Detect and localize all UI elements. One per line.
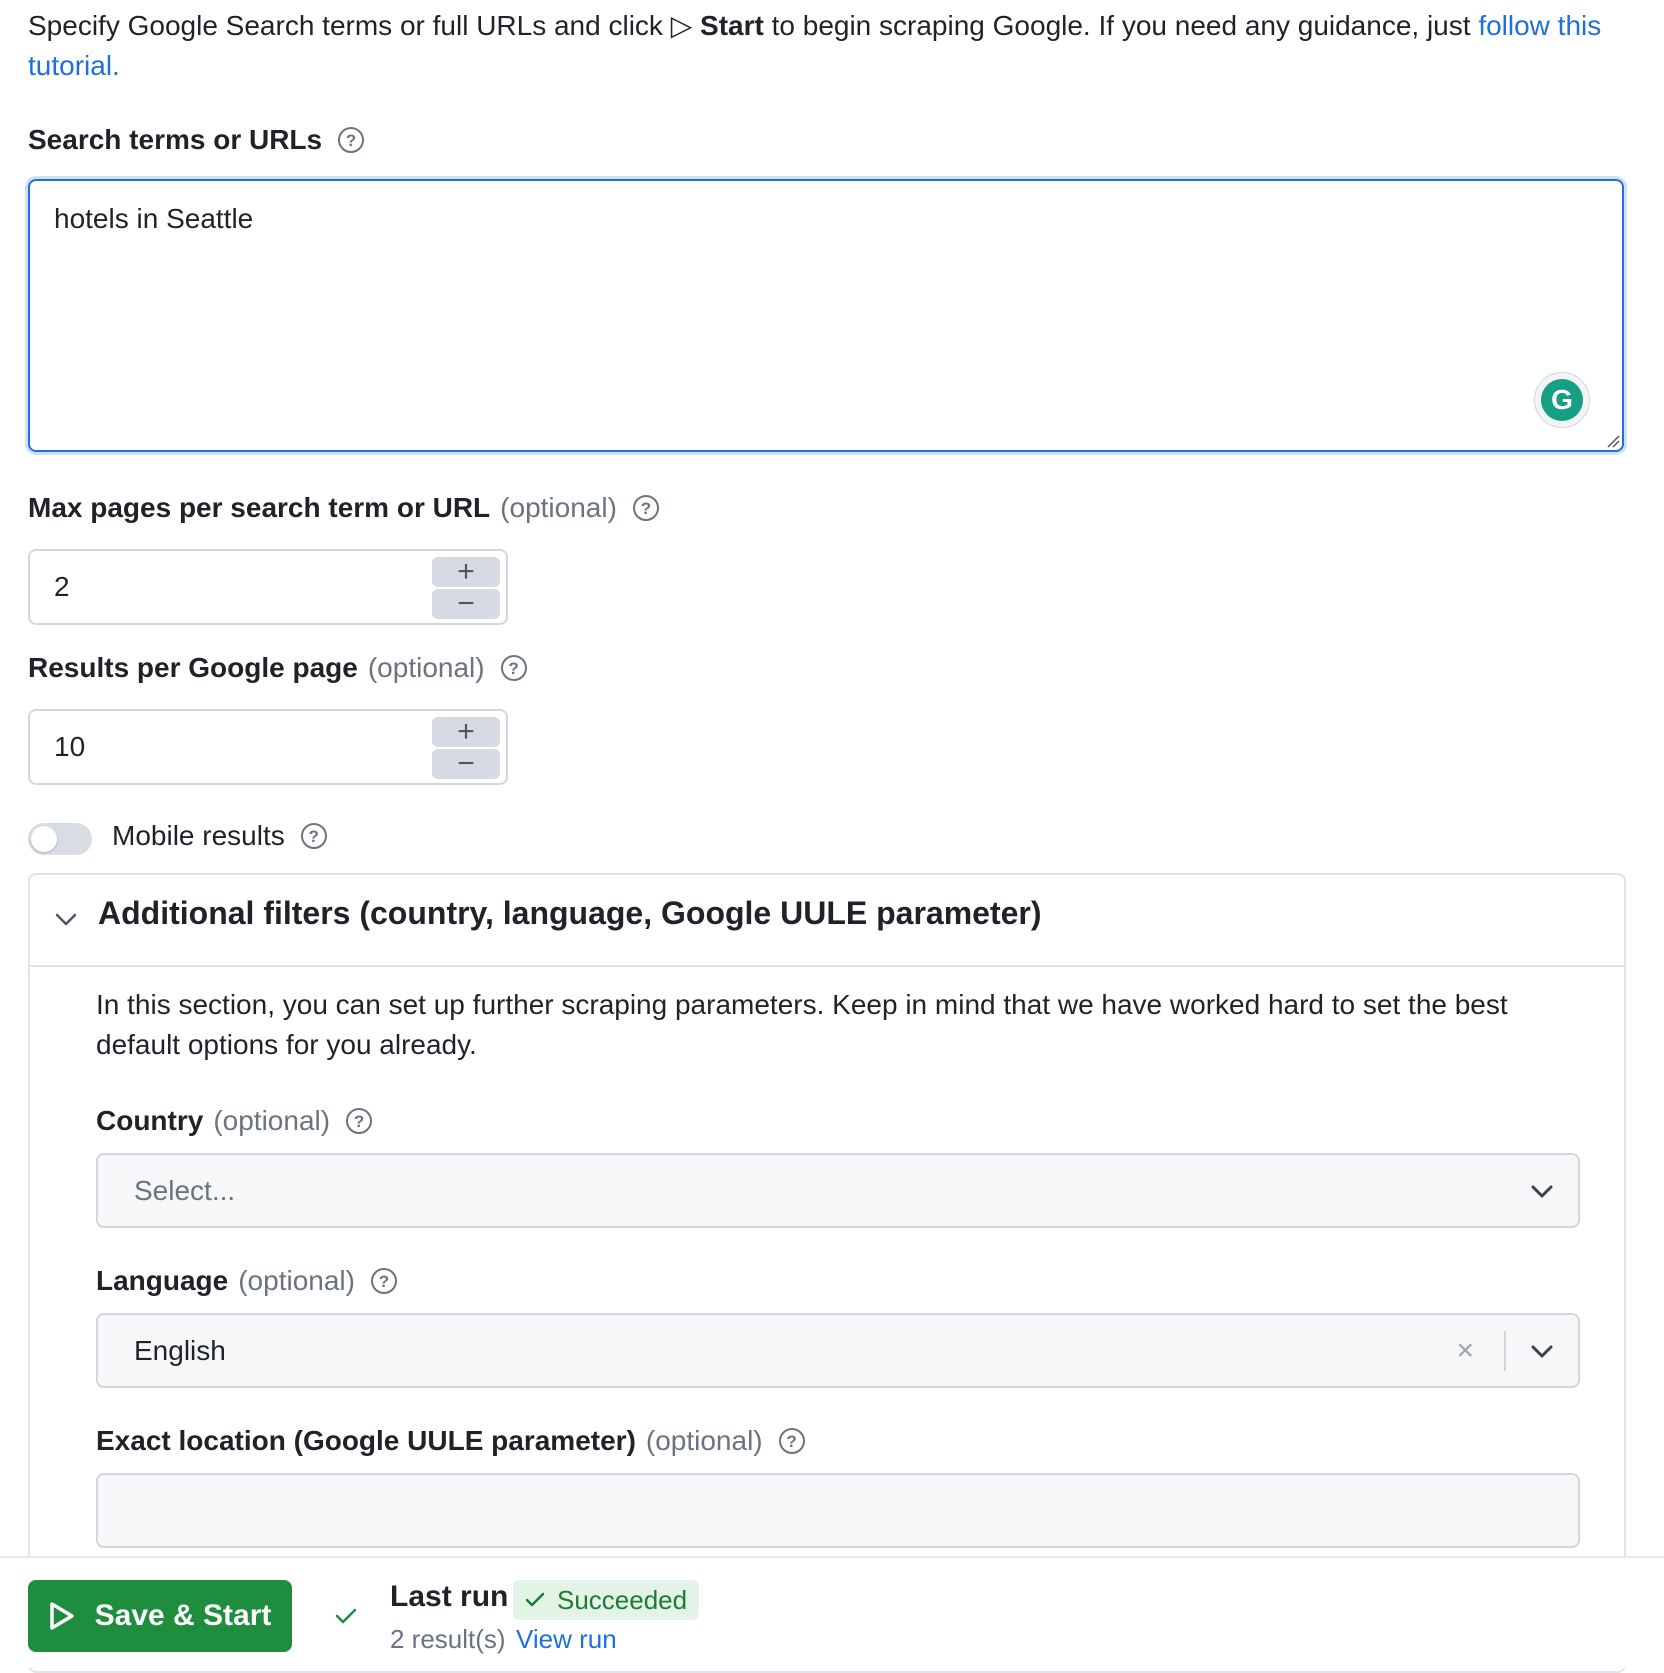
results-count: 2 result(s): [390, 1624, 506, 1654]
resize-handle-icon[interactable]: [1606, 434, 1620, 448]
max-pages-input[interactable]: 2 + −: [28, 549, 508, 625]
mobile-results-label: Mobile results ?: [112, 820, 327, 852]
decrement-button[interactable]: −: [432, 589, 500, 619]
results-per-page-label: Results per Google page (optional) ?: [28, 652, 527, 684]
search-terms-value: hotels in Seattle: [54, 203, 254, 234]
max-pages-value: 2: [54, 571, 70, 602]
grammarly-icon: G: [1541, 379, 1583, 421]
optional-tag: (optional): [238, 1265, 355, 1296]
chevron-down-icon[interactable]: [1528, 1337, 1556, 1365]
increment-button[interactable]: +: [432, 717, 500, 747]
country-label-text: Country: [96, 1105, 204, 1136]
search-terms-textarea[interactable]: hotels in Seattle G: [28, 179, 1624, 452]
chevron-down-icon[interactable]: [1528, 1177, 1556, 1205]
intro-text-before: Specify Google Search terms or full URLs…: [28, 10, 663, 41]
optional-tag: (optional): [213, 1105, 331, 1136]
additional-filters-title: Additional filters (country, language, G…: [98, 895, 1042, 931]
status-badge: Succeeded: [513, 1580, 700, 1620]
footer-bar: Save & Start Last run Succeeded 2 result…: [0, 1556, 1664, 1668]
help-circle-icon[interactable]: ?: [500, 655, 527, 681]
additional-filters-panel: Additional filters (country, language, G…: [28, 873, 1626, 1673]
save-and-start-button[interactable]: Save & Start: [28, 1580, 292, 1652]
search-terms-label-text: Search terms or URLs: [28, 124, 323, 155]
country-label: Country (optional) ?: [96, 1105, 373, 1137]
results-per-page-label-text: Results per Google page: [28, 652, 358, 683]
max-pages-label: Max pages per search term or URL (option…: [28, 492, 659, 524]
play-icon: [49, 1602, 74, 1630]
help-circle-icon[interactable]: ?: [778, 1428, 805, 1454]
view-run-link[interactable]: View run: [516, 1624, 617, 1655]
uule-label-text: Exact location (Google UULE parameter): [96, 1425, 636, 1456]
increment-button[interactable]: +: [432, 557, 500, 587]
help-circle-icon[interactable]: ?: [632, 495, 659, 521]
optional-tag: (optional): [645, 1425, 763, 1456]
intro-text-after: to begin scraping Google. If you need an…: [771, 10, 1471, 41]
mobile-results-label-text: Mobile results: [112, 820, 285, 851]
intro-text: Specify Google Search terms or full URLs…: [28, 6, 1628, 86]
status-text: Succeeded: [557, 1584, 688, 1615]
filters-description: In this section, you can set up further …: [96, 989, 1508, 1060]
language-label-text: Language: [96, 1265, 229, 1296]
decrement-button[interactable]: −: [432, 749, 500, 779]
toggle-knob: [31, 826, 57, 852]
optional-tag: (optional): [500, 492, 617, 523]
country-placeholder: Select...: [134, 1175, 236, 1206]
additional-filters-header[interactable]: Additional filters (country, language, G…: [30, 875, 1624, 967]
country-select[interactable]: Select...: [96, 1153, 1580, 1228]
language-select[interactable]: English ×: [96, 1313, 1580, 1388]
uule-label: Exact location (Google UULE parameter) (…: [96, 1425, 805, 1457]
results-per-page-value: 10: [54, 731, 86, 762]
intro-start-word: Start: [700, 10, 764, 41]
grammarly-button[interactable]: G: [1534, 372, 1590, 428]
help-circle-icon[interactable]: ?: [370, 1268, 397, 1294]
save-and-start-label: Save & Start: [94, 1599, 272, 1632]
last-run-label: Last run: [390, 1580, 509, 1613]
language-value: English: [134, 1335, 226, 1366]
optional-tag: (optional): [367, 652, 485, 683]
max-pages-label-text: Max pages per search term or URL: [28, 492, 491, 523]
search-terms-label: Search terms or URLs ?: [28, 124, 365, 156]
results-per-page-input[interactable]: 10 + −: [28, 709, 508, 785]
help-circle-icon[interactable]: ?: [338, 127, 365, 153]
language-label: Language (optional) ?: [96, 1265, 397, 1297]
uule-input[interactable]: [96, 1473, 1580, 1548]
clear-icon[interactable]: ×: [1456, 1333, 1474, 1369]
help-circle-icon[interactable]: ?: [346, 1108, 373, 1134]
chevron-down-icon: [55, 913, 77, 926]
check-icon: [335, 1608, 357, 1624]
help-circle-icon[interactable]: ?: [300, 823, 327, 849]
play-icon: ▷: [670, 10, 693, 41]
mobile-results-toggle[interactable]: [28, 823, 92, 855]
divider: [1504, 1331, 1506, 1371]
check-icon: [525, 1592, 545, 1607]
